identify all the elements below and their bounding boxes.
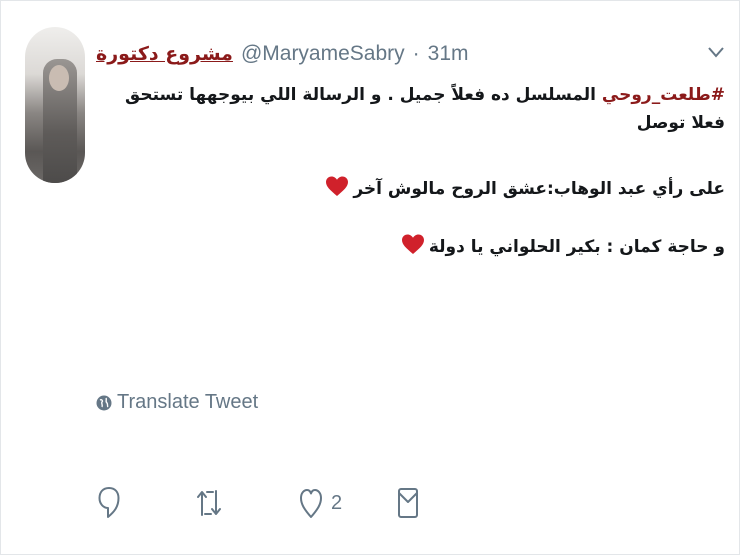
tweet-card: مشروع دكتورة @MaryameSabry · 31m #طلعت_ر… xyxy=(0,0,740,555)
tweet-header: مشروع دكتورة @MaryameSabry · 31m xyxy=(96,39,469,69)
avatar[interactable] xyxy=(25,27,85,183)
reply-button[interactable] xyxy=(97,485,121,521)
red-heart-emoji xyxy=(326,176,349,196)
red-heart-emoji xyxy=(401,234,424,254)
tweet-actions: 2 xyxy=(1,485,740,525)
globe-icon xyxy=(96,395,112,410)
tweet-text-line-1: #طلعت_روحي المسلسل ده فعلاً جميل . و الر… xyxy=(125,85,725,105)
heart-outline-icon xyxy=(300,489,322,518)
avatar-face xyxy=(49,65,69,91)
translate-tweet-link[interactable]: Translate Tweet xyxy=(96,391,258,414)
retweet-button[interactable] xyxy=(195,485,223,521)
reply-icon xyxy=(98,487,120,518)
like-button[interactable]: 2 xyxy=(299,485,342,521)
direct-message-button[interactable] xyxy=(397,485,419,521)
author-name[interactable]: مشروع دكتورة xyxy=(96,43,233,65)
tweet-text-line-1-rest: المسلسل ده فعلاً جميل . و الرسالة اللي ب… xyxy=(125,85,602,105)
author-handle[interactable]: @MaryameSabry xyxy=(241,42,405,66)
tweet-text-line-2-label: فعلا توصل xyxy=(636,113,725,133)
tweet-text-line-4-label: و حاجة كمان : بكير الحلواني يا دولة xyxy=(428,237,725,257)
tweet-text-line-4: و حاجة كمان : بكير الحلواني يا دولة xyxy=(291,233,725,257)
translate-tweet-label[interactable]: Translate Tweet xyxy=(117,391,258,414)
retweet-icon xyxy=(197,490,221,516)
tweet-time[interactable]: 31m xyxy=(428,42,469,66)
chevron-down-icon[interactable] xyxy=(707,45,725,59)
tweet-text-line-2: فعلا توصل xyxy=(291,113,725,133)
header-separator: · xyxy=(412,42,420,65)
like-count: 2 xyxy=(331,491,343,514)
tweet-text-line-3: على رأي عبد الوهاب:عشق الروح مالوش آخر xyxy=(291,175,725,199)
tweet-text-line-3-label: على رأي عبد الوهاب:عشق الروح مالوش آخر xyxy=(353,179,725,199)
hashtag-link[interactable]: #طلعت_روحي xyxy=(602,85,725,105)
direct-message-icon xyxy=(398,488,418,518)
